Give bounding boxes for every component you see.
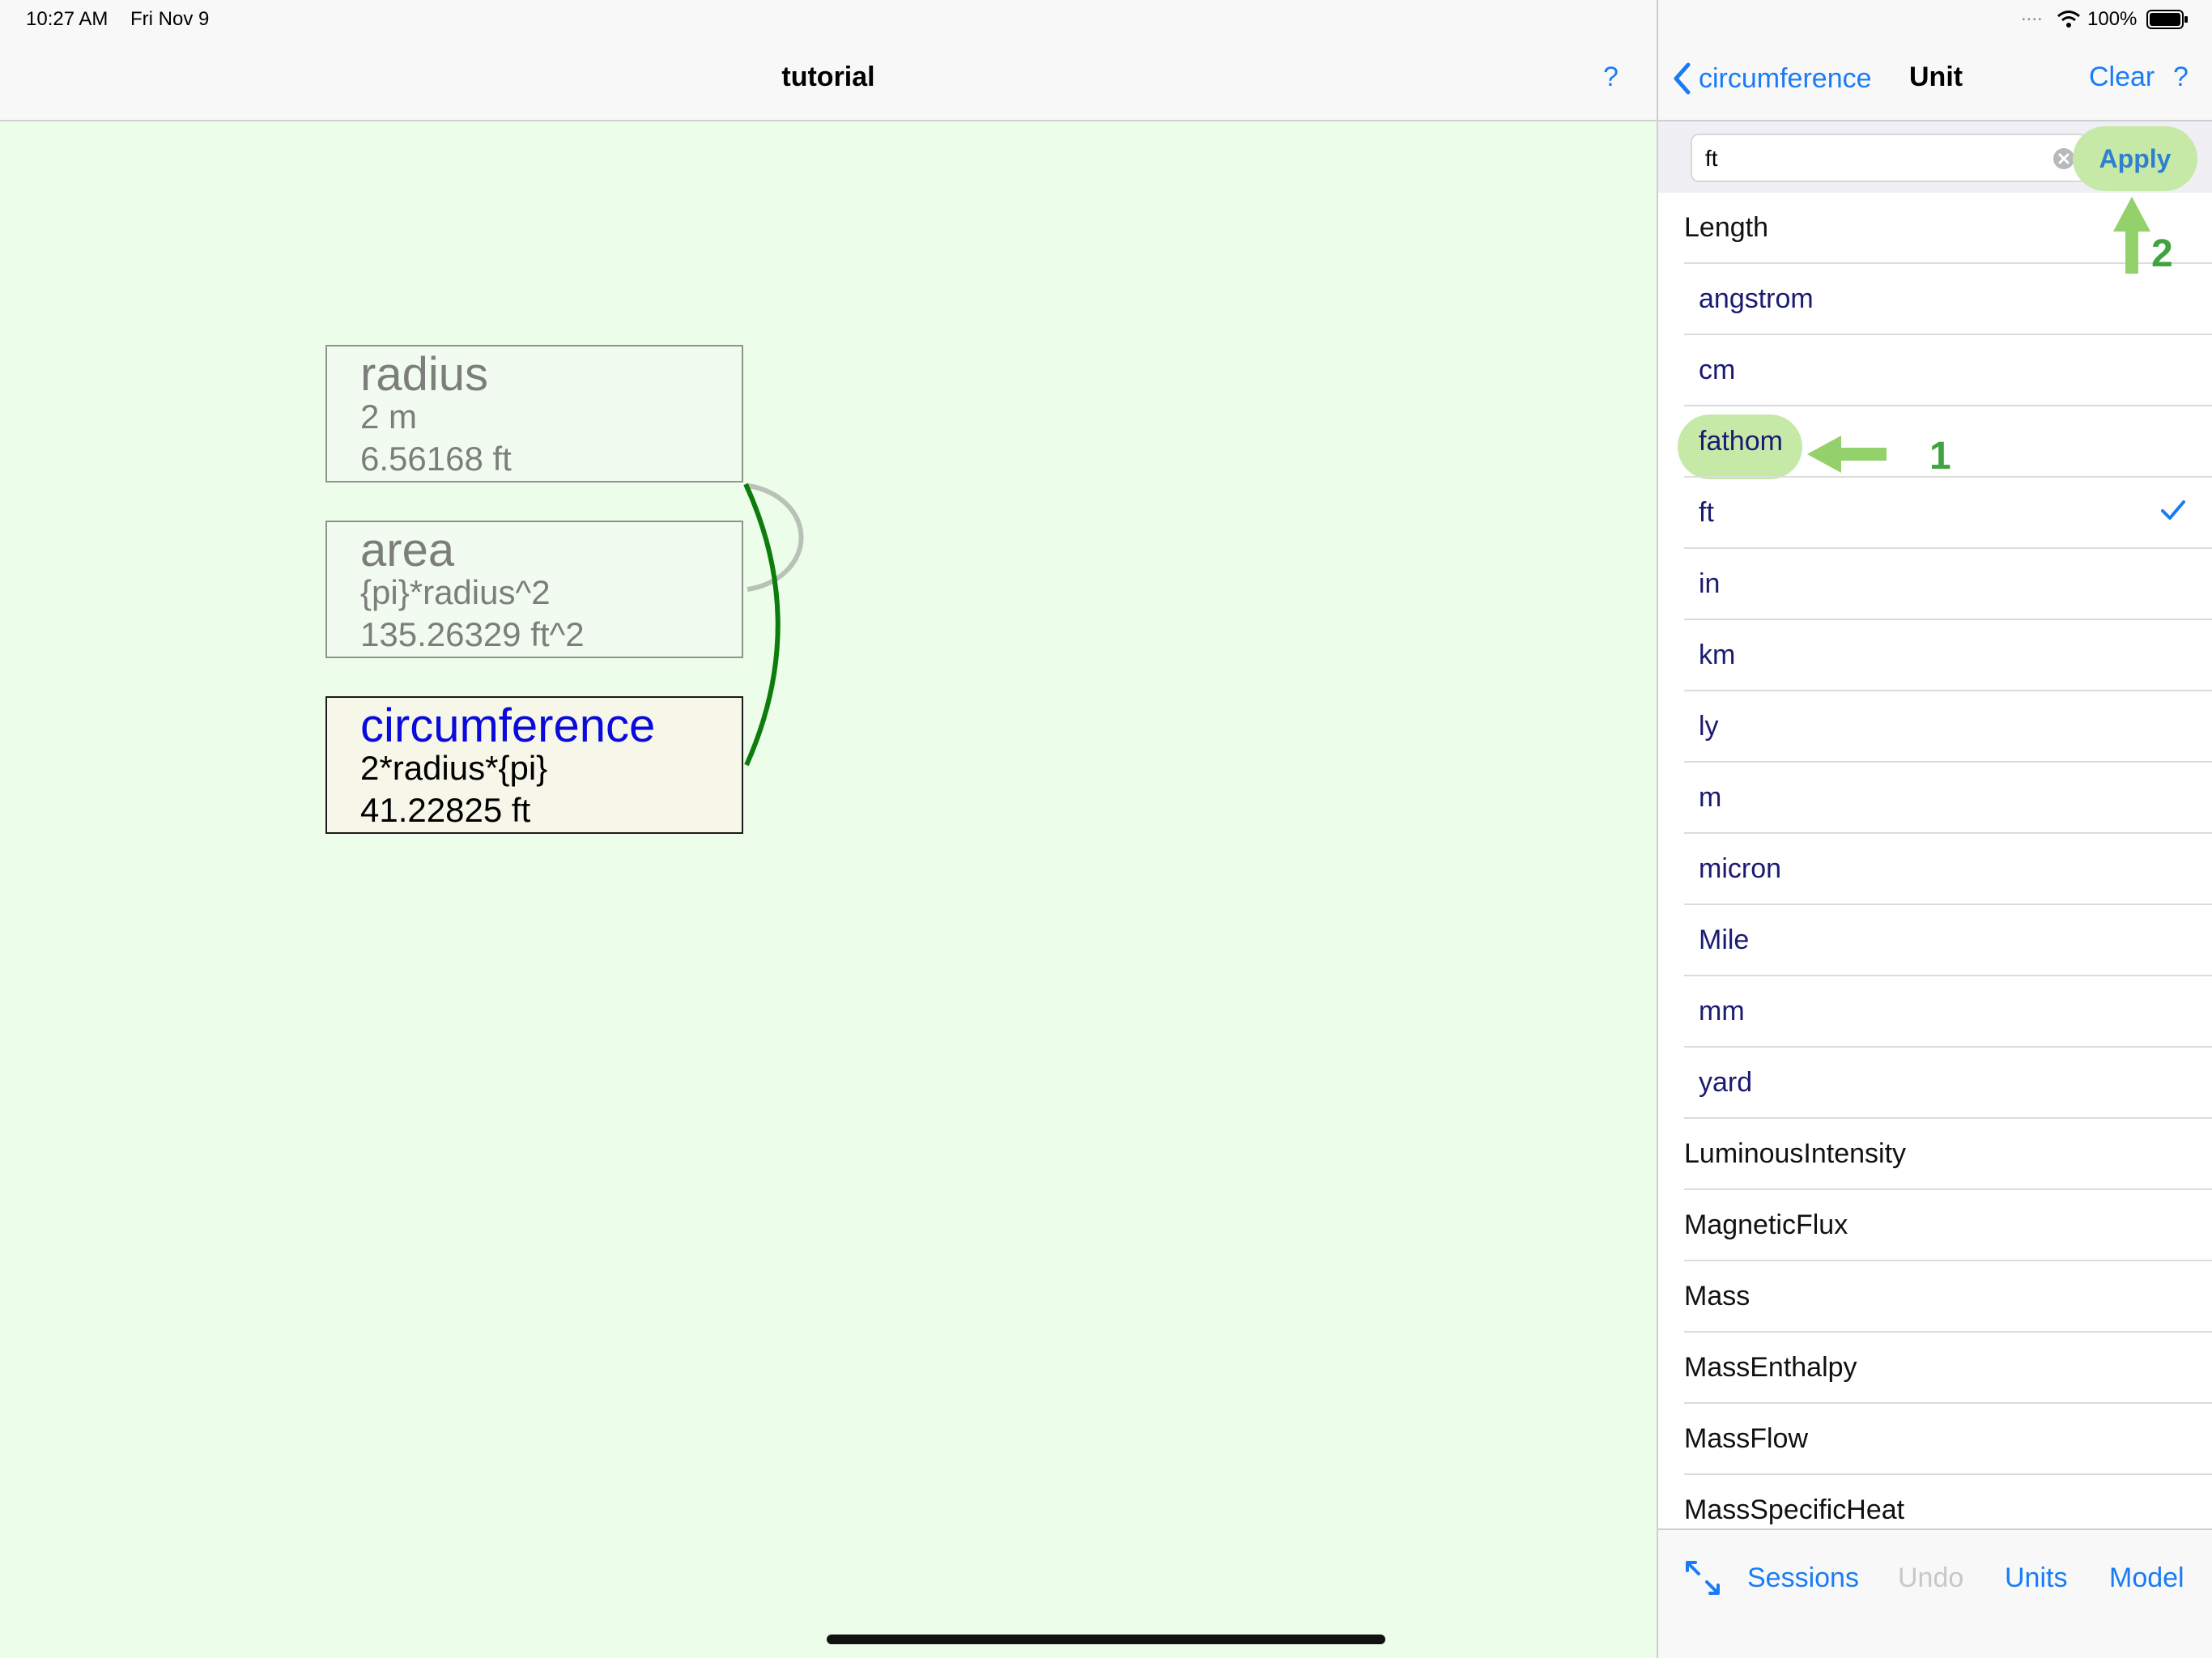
node-formula: 2*radius*{pi} — [360, 749, 548, 787]
node-radius[interactable]: radius 2 m 6.56168 ft — [325, 345, 743, 483]
home-indicator[interactable] — [827, 1635, 1385, 1644]
model-pane: 10:27 AM Fri Nov 9 tutorial ? radius 2 m… — [0, 0, 1657, 1658]
node-formula: 2 m — [360, 397, 418, 436]
apply-up-arrow-annotation — [2113, 197, 2150, 274]
page-title: tutorial — [781, 62, 875, 92]
node-value: 41.22825 ft — [360, 791, 531, 829]
radius-circumference-link — [743, 483, 781, 767]
node-circumference[interactable]: circumference 2*radius*{pi} 41.22825 ft — [325, 696, 743, 834]
node-formula: {pi}*radius^2 — [360, 573, 551, 611]
expand-arrows-icon[interactable] — [1682, 1558, 1723, 1598]
units-button[interactable]: Units — [2005, 1562, 2067, 1594]
node-area[interactable]: area {pi}*radius^2 135.26329 ft^2 — [325, 521, 743, 658]
annotation-step-2: 2 — [2151, 232, 2173, 275]
node-name: radius — [360, 348, 488, 401]
model-canvas[interactable]: radius 2 m 6.56168 ft area {pi}*radius^2… — [0, 121, 1657, 1658]
node-name: area — [360, 524, 455, 576]
left-nav-bar: 10:27 AM Fri Nov 9 tutorial ? — [0, 0, 1657, 121]
node-value: 135.26329 ft^2 — [360, 615, 585, 653]
bottom-toolbar: Sessions Undo Units Model — [1658, 1528, 2212, 1658]
undo-button[interactable]: Undo — [1898, 1562, 1963, 1594]
node-value: 6.56168 ft — [360, 440, 512, 478]
arrow-up-icon — [2113, 197, 2150, 274]
unit-pane: .... 100% circumference Unit Clear ? ft … — [1658, 0, 2212, 1658]
node-name: circumference — [360, 699, 656, 752]
status-time: 10:27 AM — [26, 8, 108, 30]
help-button[interactable]: ? — [1603, 62, 1619, 93]
model-button[interactable]: Model — [2109, 1562, 2184, 1594]
sessions-button[interactable]: Sessions — [1747, 1562, 1859, 1594]
annotation-step-1: 1 — [1929, 435, 1951, 478]
connectors — [743, 483, 804, 767]
status-date: Fri Nov 9 — [130, 8, 210, 30]
screen: 10:27 AM Fri Nov 9 tutorial ? radius 2 m… — [0, 0, 2212, 1658]
